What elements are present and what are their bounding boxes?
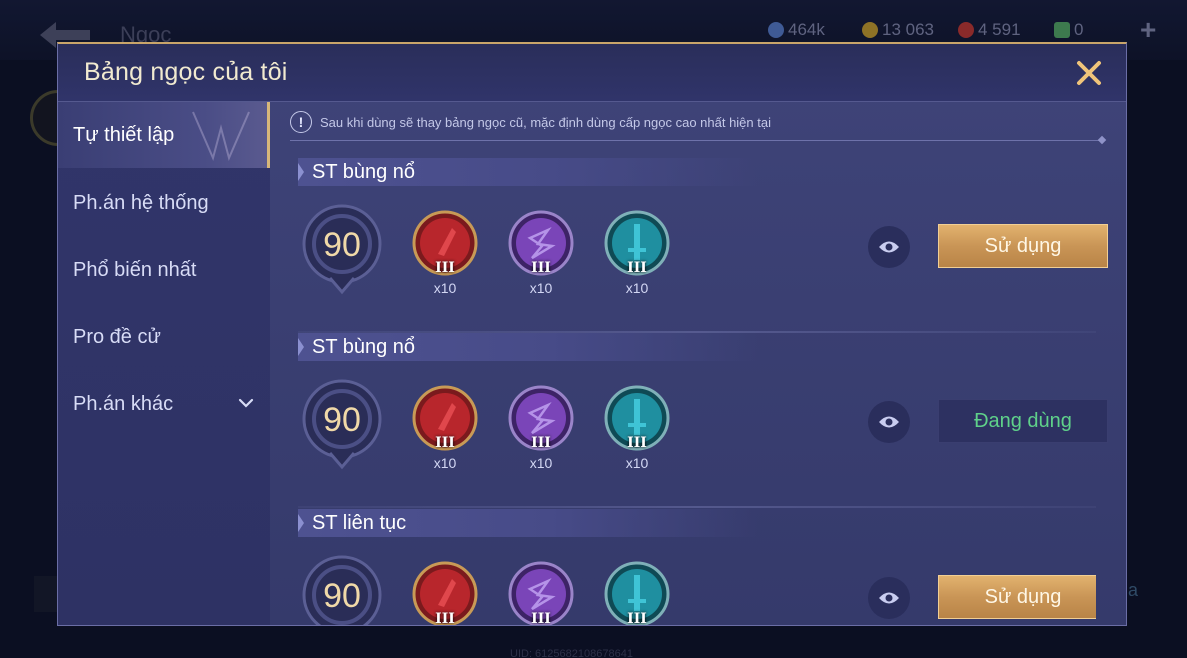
close-button[interactable] bbox=[1072, 56, 1106, 90]
rune-set: ST bùng nổ 90 III x10 bbox=[298, 158, 1108, 333]
exclamation-icon: ! bbox=[290, 111, 312, 133]
use-button[interactable]: Sử dụng bbox=[938, 575, 1096, 619]
gem-tier: III bbox=[531, 435, 551, 451]
notice-divider bbox=[290, 140, 1102, 141]
gem-tier: III bbox=[627, 260, 647, 276]
gem-count: x10 bbox=[529, 455, 553, 471]
gem-tier: III bbox=[531, 611, 551, 626]
eye-icon bbox=[879, 241, 899, 253]
eye-icon bbox=[879, 592, 899, 604]
blue-gem-icon bbox=[768, 22, 784, 38]
rune-set: ST bùng nổ 90 III x10 bbox=[298, 333, 1108, 508]
gem-tier: III bbox=[435, 435, 455, 451]
rune-list: ! Sau khi dùng sẽ thay bảng ngọc cũ, mặc… bbox=[270, 102, 1126, 626]
gem-count: x10 bbox=[529, 280, 553, 296]
gem-slot: III x10 bbox=[508, 385, 574, 475]
level-value: 90 bbox=[323, 577, 361, 615]
background-panel bbox=[34, 576, 58, 612]
set-divider bbox=[298, 506, 1096, 508]
gem-slot: III x10 bbox=[412, 210, 478, 300]
level-badge: 90 bbox=[300, 202, 384, 298]
notice-text: Sau khi dùng sẽ thay bảng ngọc cũ, mặc đ… bbox=[320, 114, 771, 130]
rune-set: ST liên tục 90 III x10 bbox=[298, 509, 1096, 626]
sidebar-item-label: Ph.án khác bbox=[73, 392, 174, 415]
modal-header: Bảng ngọc của tôi bbox=[58, 44, 1126, 102]
sidebar-item-label: Pro đề cử bbox=[73, 325, 161, 348]
modal-title: Bảng ngọc của tôi bbox=[84, 58, 288, 86]
currency-voucher: 0 bbox=[1054, 18, 1083, 42]
gem-slot: III x10 bbox=[412, 561, 478, 626]
sidebar-item-pro[interactable]: Pro đề cử bbox=[58, 304, 270, 370]
level-value: 90 bbox=[323, 401, 361, 439]
currency-gold-coin: 13 063 bbox=[862, 18, 934, 42]
preview-button[interactable] bbox=[868, 401, 910, 443]
in-use-button[interactable]: Đang dùng bbox=[938, 399, 1108, 443]
sidebar-item-popular[interactable]: Phổ biến nhất bbox=[58, 237, 270, 303]
sidebar-item-label: Phổ biến nhất bbox=[73, 258, 197, 281]
gem-tier: III bbox=[531, 260, 551, 276]
sidebar-item-other[interactable]: Ph.án khác bbox=[58, 371, 270, 437]
gem-tier: III bbox=[435, 611, 455, 626]
background-edge-text: a bbox=[1128, 580, 1139, 600]
preview-button[interactable] bbox=[868, 226, 910, 268]
rune-page-modal: Bảng ngọc của tôi Tự thiết lập Ph.án hệ … bbox=[57, 42, 1127, 626]
sidebar-item-label: Ph.án hệ thống bbox=[73, 191, 209, 214]
gem-count: x10 bbox=[433, 455, 457, 471]
preview-button[interactable] bbox=[868, 577, 910, 619]
sidebar: Tự thiết lập Ph.án hệ thống Phổ biến nhấ… bbox=[58, 102, 270, 625]
currency-red-gem: 4 591 bbox=[958, 18, 1021, 42]
red-gem-icon bbox=[958, 22, 974, 38]
currency-blue-gem: 464k bbox=[768, 18, 825, 42]
level-badge: 90 bbox=[300, 553, 384, 625]
gem-slot: III x10 bbox=[604, 561, 670, 626]
level-value: 90 bbox=[323, 226, 361, 264]
currency-value: 4 591 bbox=[978, 20, 1021, 39]
notice: ! Sau khi dùng sẽ thay bảng ngọc cũ, mặc… bbox=[290, 110, 771, 134]
chevron-down-icon bbox=[238, 398, 254, 408]
use-button[interactable]: Sử dụng bbox=[938, 224, 1108, 268]
eye-icon bbox=[879, 416, 899, 428]
level-badge: 90 bbox=[300, 377, 384, 473]
add-currency-icon: + bbox=[1140, 14, 1157, 45]
gem-slot: III x10 bbox=[412, 385, 478, 475]
gem-slot: III x10 bbox=[508, 210, 574, 300]
gem-slot: III x10 bbox=[604, 385, 670, 475]
sidebar-item-custom[interactable]: Tự thiết lập bbox=[58, 102, 270, 168]
sidebar-item-label: Tự thiết lập bbox=[73, 123, 175, 146]
background-uid: UID: 6125682108678641 bbox=[510, 648, 633, 658]
rune-set-name: ST bùng nổ bbox=[298, 158, 758, 186]
gem-tier: III bbox=[627, 611, 647, 626]
gem-slot: III x10 bbox=[604, 210, 670, 300]
currency-value: 464k bbox=[788, 20, 825, 39]
decorative-wing-icon bbox=[192, 111, 250, 162]
rune-set-name: ST liên tục bbox=[298, 509, 758, 537]
voucher-icon bbox=[1054, 22, 1070, 38]
gem-count: x10 bbox=[625, 455, 649, 471]
gem-slot: III x10 bbox=[508, 561, 574, 626]
gem-tier: III bbox=[627, 435, 647, 451]
rune-set-name: ST bùng nổ bbox=[298, 333, 758, 361]
gem-tier: III bbox=[435, 260, 455, 276]
currency-value: 13 063 bbox=[882, 20, 934, 39]
gold-coin-icon bbox=[862, 22, 878, 38]
currency-value: 0 bbox=[1074, 20, 1084, 39]
gem-count: x10 bbox=[625, 280, 649, 296]
sidebar-item-system[interactable]: Ph.án hệ thống bbox=[58, 170, 270, 236]
close-icon bbox=[1077, 61, 1101, 85]
gem-count: x10 bbox=[433, 280, 457, 296]
